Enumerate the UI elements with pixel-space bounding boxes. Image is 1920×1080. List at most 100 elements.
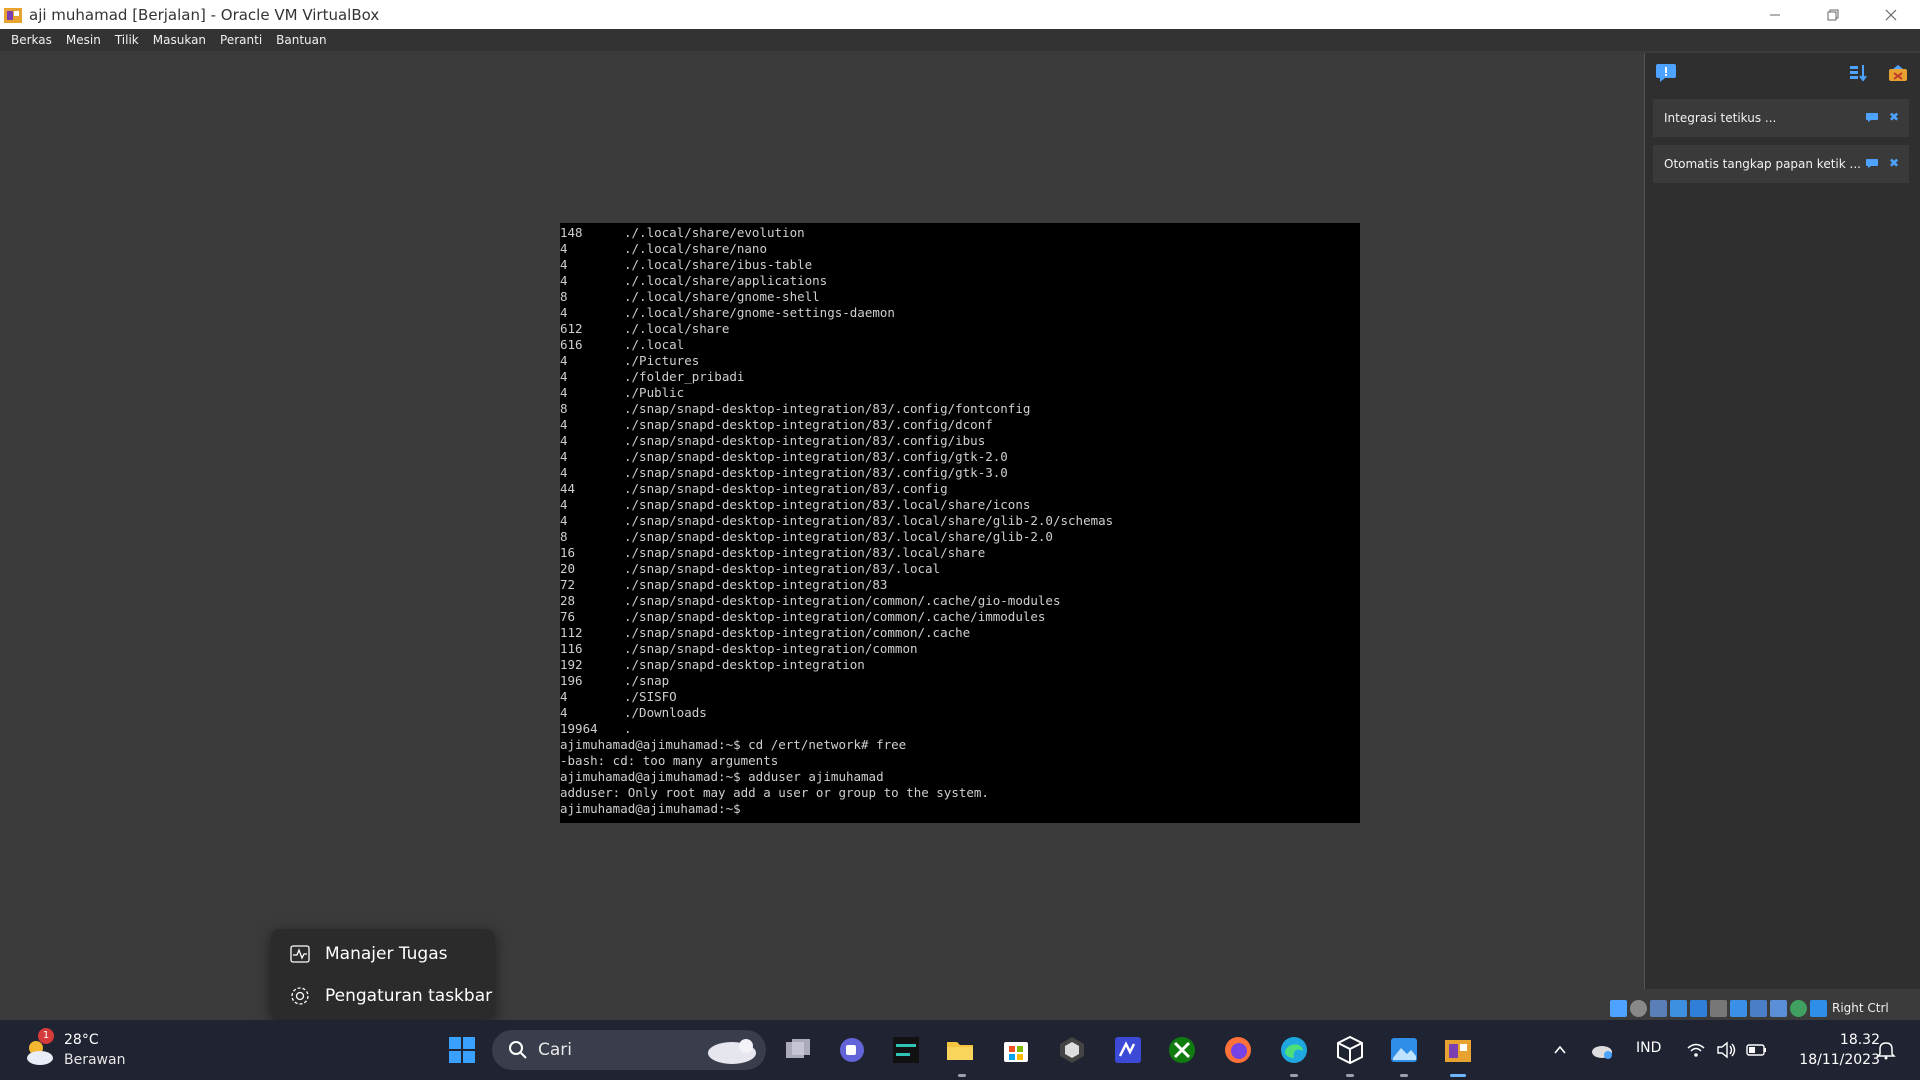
- running-indicator: [1400, 1074, 1408, 1077]
- optical-drive-icon[interactable]: [1630, 999, 1647, 1017]
- recording-icon[interactable]: [1750, 999, 1767, 1017]
- du-size: 4: [560, 465, 568, 480]
- taskbar-search[interactable]: Cari: [492, 1030, 766, 1070]
- du-path: ./snap/snapd-desktop-integration/common/…: [624, 609, 1046, 624]
- du-size: 4: [560, 497, 568, 512]
- du-size: 4: [560, 305, 568, 320]
- notification-info-icon[interactable]: [1865, 157, 1879, 169]
- virtualbox-vm-window-icon[interactable]: [1442, 1034, 1474, 1066]
- menu-peranti[interactable]: Peranti: [213, 33, 269, 47]
- notification-info-icon[interactable]: [1865, 111, 1879, 123]
- menubar: Berkas Mesin Tilik Masukan Peranti Bantu…: [0, 29, 1920, 51]
- notification-close-icon[interactable]: ✖: [1889, 110, 1899, 124]
- du-size: 44: [560, 481, 576, 496]
- terminal-du-line: 4 ./snap/snapd-desktop-integration/83/.co…: [560, 449, 1360, 465]
- du-path: ./.local/share/gnome-settings-daemon: [624, 305, 895, 320]
- usb-icon[interactable]: [1690, 999, 1707, 1017]
- terminal-du-line: 19964.: [560, 721, 1360, 737]
- hard-disk-icon[interactable]: [1610, 999, 1627, 1017]
- taskbar-clock[interactable]: 18.32 18/11/2023: [1780, 1030, 1880, 1070]
- du-path: ./.local/share/gnome-shell: [624, 289, 820, 304]
- du-size: 72: [560, 577, 576, 592]
- start-icon[interactable]: [446, 1034, 478, 1066]
- active-indicator: [1450, 1074, 1466, 1077]
- input-language[interactable]: IND: [1636, 1040, 1661, 1056]
- microsoft-store-icon[interactable]: [1000, 1034, 1032, 1066]
- cpu-icon[interactable]: [1770, 999, 1787, 1017]
- notification-panel: Integrasi tetikus ... ✖ Otomatis tangkap…: [1644, 53, 1920, 989]
- terminal-du-line: 16 ./snap/snapd-desktop-integration/83/.l…: [560, 545, 1360, 561]
- file-explorer-icon[interactable]: [944, 1034, 976, 1066]
- menu-berkas[interactable]: Berkas: [4, 33, 59, 47]
- firefox-icon[interactable]: [1222, 1034, 1254, 1066]
- menu-mesin[interactable]: Mesin: [59, 33, 108, 47]
- keyboard-capture-icon[interactable]: [1810, 999, 1827, 1017]
- terminal-du-line: 192 ./snap/snapd-desktop-integration: [560, 657, 1360, 673]
- restore-button[interactable]: [1804, 0, 1862, 29]
- du-size: 4: [560, 513, 568, 528]
- terminal-output: 148 ./.local/share/evolution 4 ./.local/sha…: [560, 223, 1360, 817]
- terminal-du-line: 116 ./snap/snapd-desktop-integration/comm…: [560, 641, 1360, 657]
- erase-icon[interactable]: [1887, 63, 1909, 83]
- menu-item-taskbar-settings[interactable]: Pengaturan taskbar: [271, 975, 495, 1017]
- du-size: 4: [560, 689, 568, 704]
- du-size: 20: [560, 561, 576, 576]
- search-label: Cari: [538, 1040, 572, 1060]
- notification-keyboard-capture[interactable]: Otomatis tangkap papan ketik ... ✖: [1653, 145, 1909, 183]
- du-size: 4: [560, 241, 568, 256]
- edge-icon[interactable]: [1278, 1034, 1310, 1066]
- du-path: ./snap/snapd-desktop-integration/83/.con…: [624, 465, 1008, 480]
- battery-icon[interactable]: [1746, 1042, 1768, 1058]
- du-size: 4: [560, 433, 568, 448]
- menu-item-task-manager[interactable]: Manajer Tugas: [271, 933, 495, 975]
- terminal-command-line: -bash: cd: too many arguments: [560, 753, 779, 768]
- du-size: 4: [560, 385, 568, 400]
- du-path: ./snap/snapd-desktop-integration/common: [624, 641, 918, 656]
- weather-desc: Berawan: [64, 1052, 126, 1068]
- task-view-icon[interactable]: [782, 1034, 814, 1066]
- du-path: ./SISFO: [624, 689, 677, 704]
- visual-studio-icon[interactable]: [1112, 1034, 1144, 1066]
- notification-bell-icon[interactable]: [1876, 1040, 1896, 1060]
- onedrive-icon[interactable]: [1590, 1040, 1614, 1060]
- window-titlebar[interactable]: aji muhamad [Berjalan] - Oracle VM Virtu…: [0, 0, 1920, 29]
- teams-chat-icon[interactable]: [836, 1034, 868, 1066]
- weather-widget[interactable]: 1 28°C Berawan: [22, 1028, 142, 1072]
- host-key-label: Right Ctrl: [1832, 1001, 1889, 1015]
- menu-masukan[interactable]: Masukan: [146, 33, 213, 47]
- photos-icon[interactable]: [1388, 1034, 1420, 1066]
- unity-hub-icon[interactable]: [1056, 1034, 1088, 1066]
- close-icon: [1885, 9, 1897, 20]
- xbox-icon[interactable]: [1166, 1034, 1198, 1066]
- terminal-command-line: ajimuhamad@ajimuhamad:~$: [560, 801, 741, 816]
- display-icon[interactable]: [1730, 999, 1747, 1017]
- du-size: 16: [560, 545, 576, 560]
- terminal-du-line: 8 ./snap/snapd-desktop-integration/83/.co…: [560, 401, 1360, 417]
- wifi-icon[interactable]: [1686, 1042, 1706, 1058]
- volume-icon[interactable]: [1716, 1040, 1738, 1060]
- notification-close-icon[interactable]: ✖: [1889, 156, 1899, 170]
- network-icon[interactable]: [1670, 999, 1687, 1017]
- du-path: ./snap/snapd-desktop-integration/83/.con…: [624, 417, 993, 432]
- chat-icon[interactable]: [1655, 63, 1677, 83]
- terminal-du-line: 4 ./snap/snapd-desktop-integration/83/.co…: [560, 433, 1360, 449]
- menu-item-label: Pengaturan taskbar: [325, 986, 493, 1006]
- shared-folder-icon[interactable]: [1710, 999, 1727, 1017]
- virtualbox-icon[interactable]: [1334, 1034, 1366, 1066]
- du-size: 616: [560, 337, 583, 352]
- search-highlight-icon: [708, 1039, 756, 1064]
- notification-mouse-integration[interactable]: Integrasi tetikus ... ✖: [1653, 99, 1909, 137]
- sort-icon[interactable]: [1848, 63, 1868, 83]
- minimize-button[interactable]: [1746, 0, 1804, 29]
- vm-terminal-screen[interactable]: 148 ./.local/share/evolution 4 ./.local/sha…: [560, 223, 1360, 823]
- jetbrains-toolbox-icon[interactable]: [890, 1034, 922, 1066]
- audio-icon[interactable]: [1650, 999, 1667, 1017]
- terminal-du-line: 4 ./snap/snapd-desktop-integration/83/.co…: [560, 465, 1360, 481]
- chevron-up-icon[interactable]: [1552, 1042, 1568, 1058]
- menu-tilik[interactable]: Tilik: [108, 33, 146, 47]
- menu-bantuan[interactable]: Bantuan: [269, 33, 333, 47]
- du-path: ./snap/snapd-desktop-integration: [624, 657, 865, 672]
- close-button[interactable]: [1862, 0, 1920, 29]
- terminal-du-line: 4 ./snap/snapd-desktop-integration/83/.lo…: [560, 513, 1360, 529]
- mouse-integration-icon[interactable]: [1790, 999, 1807, 1017]
